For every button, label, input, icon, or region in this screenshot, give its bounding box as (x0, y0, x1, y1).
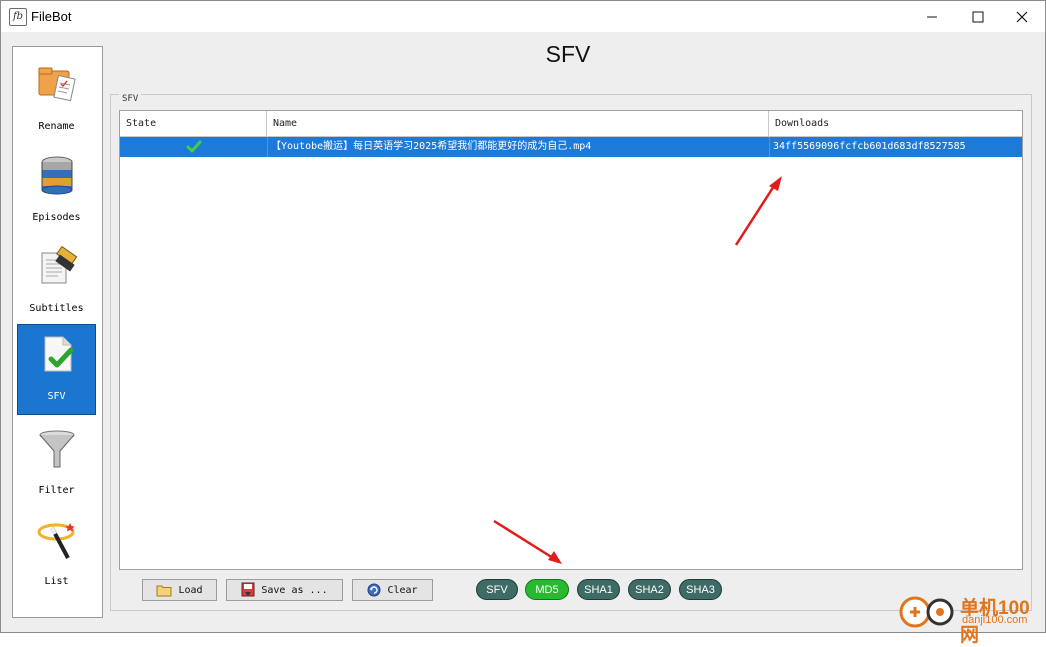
save-as-button-label: Save as ... (261, 584, 328, 596)
folder-icon (156, 585, 172, 597)
danji-logo-icon (899, 596, 954, 628)
hash-sha1-button[interactable]: SHA1 (577, 579, 620, 600)
column-header-name[interactable]: Name (267, 111, 769, 136)
checkmark-icon (186, 140, 201, 153)
downloads-cell: 34ff5569096fcfcb601d683df8527585 (769, 137, 1022, 157)
sidebar-item-label: Rename (38, 121, 75, 132)
hash-sha3-button[interactable]: SHA3 (679, 579, 722, 600)
watermark: 单机100网 danji100.com (898, 590, 1046, 646)
sidebar-item-label: Filter (38, 485, 75, 496)
filebot-app-icon: fb (9, 8, 27, 26)
save-icon (241, 582, 255, 597)
hash-sfv-button[interactable]: SFV (476, 579, 518, 600)
table-row[interactable]: 【Youtobe搬运】每日英语学习2025希望我们都能更好的成为自己.mp4 3… (120, 137, 1022, 157)
load-button-label: Load (178, 584, 203, 596)
title-bar: fb FileBot (1, 1, 1045, 32)
sidebar-item-label: Subtitles (29, 303, 84, 314)
funnel-icon (39, 430, 75, 468)
sidebar-item-subtitles[interactable]: Subtitles (17, 237, 96, 326)
sidebar-item-list[interactable]: List (17, 510, 96, 599)
subtitles-icon (41, 245, 78, 284)
sidebar: Rename Episodes Subtitles SFV Filter Lis… (12, 46, 103, 618)
load-button[interactable]: Load (142, 579, 217, 601)
database-icon (41, 156, 73, 195)
clear-button-label: Clear (387, 584, 418, 596)
sidebar-item-label: List (44, 576, 69, 587)
state-cell (120, 137, 267, 157)
sfv-check-icon (44, 336, 74, 372)
table-header: State Name Downloads (120, 111, 1022, 137)
refresh-icon (367, 583, 381, 597)
watermark-url: danji100.com (962, 614, 1028, 626)
column-header-downloads[interactable]: Downloads (769, 111, 1022, 136)
minimize-icon (927, 16, 937, 17)
sidebar-item-episodes[interactable]: Episodes (17, 146, 96, 235)
page-title: SFV (545, 41, 591, 67)
maximize-button[interactable] (955, 1, 1001, 32)
hash-md5-button[interactable]: MD5 (525, 579, 569, 600)
close-button[interactable] (999, 1, 1045, 32)
minimize-button[interactable] (909, 1, 955, 32)
sidebar-item-label: Episodes (32, 212, 81, 223)
rename-icon (38, 67, 76, 102)
hash-sha2-button[interactable]: SHA2 (628, 579, 671, 600)
sidebar-item-filter[interactable]: Filter (17, 419, 96, 508)
sidebar-item-label: SFV (47, 391, 66, 402)
window-title: FileBot (31, 9, 72, 24)
sidebar-item-sfv[interactable]: SFV (17, 324, 96, 415)
checksum-table[interactable]: State Name Downloads 【Youtobe搬运】每日英语学习20… (119, 110, 1023, 570)
name-cell: 【Youtobe搬运】每日英语学习2025希望我们都能更好的成为自己.mp4 (267, 137, 769, 157)
save-as-button[interactable]: Save as ... (226, 579, 343, 601)
clear-button[interactable]: Clear (352, 579, 433, 601)
magic-wand-icon (37, 523, 75, 559)
close-icon (1016, 11, 1028, 22)
column-header-state[interactable]: State (120, 111, 267, 136)
panel-legend: SFV (119, 94, 142, 104)
sidebar-item-rename[interactable]: Rename (17, 55, 96, 144)
maximize-icon (972, 11, 984, 22)
